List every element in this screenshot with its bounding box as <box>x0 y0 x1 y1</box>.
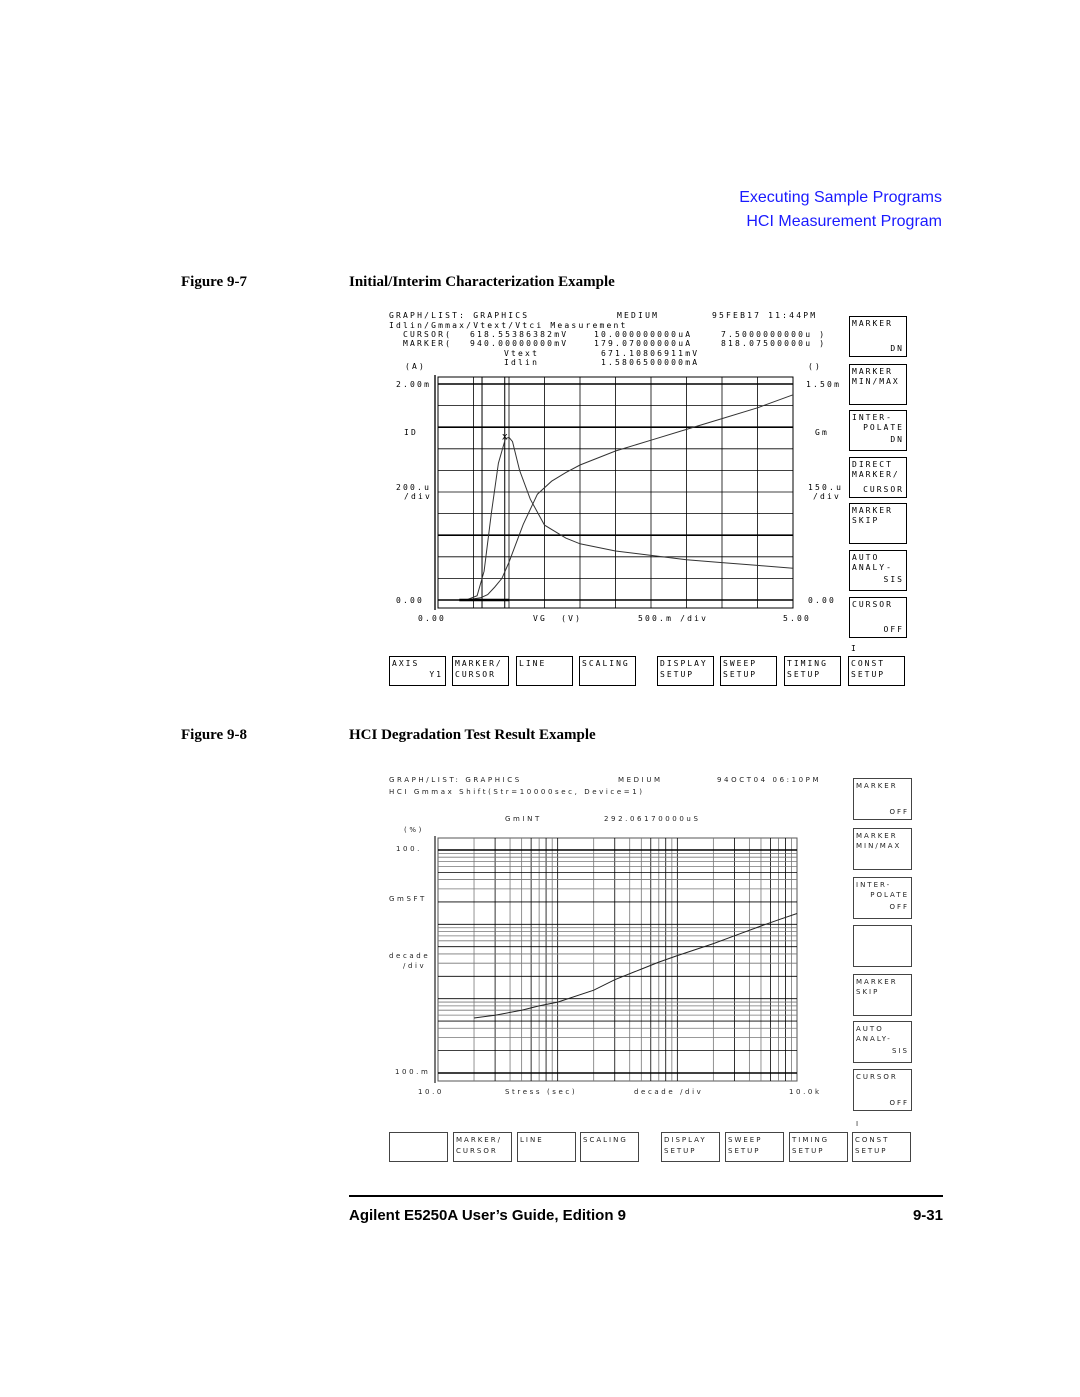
softkey-label: SETUP <box>728 1147 761 1155</box>
softkey-label: SKIP <box>856 988 880 996</box>
plot-frame <box>437 837 798 1082</box>
softkey-label: MARKER <box>856 832 898 840</box>
softkey-marker-cursor[interactable]: MARKER/CURSOR <box>453 1132 512 1162</box>
softkey-label: CONST <box>855 1136 890 1144</box>
softkey-label: SETUP <box>855 1147 888 1155</box>
softkey-cursor-off[interactable]: CURSOR OFF <box>853 1069 912 1111</box>
softkey-label: SWEEP <box>728 1136 763 1144</box>
softkey-label: SETUP <box>792 1147 825 1155</box>
softkey-line[interactable]: LINE <box>517 1132 576 1162</box>
page-number: 9-31 <box>912 1207 943 1224</box>
softkey-label: ANALY- <box>856 1035 892 1043</box>
footer-rule <box>349 1195 943 1197</box>
softkey-marker-min-max[interactable]: MARKER MIN/MAX <box>853 828 912 870</box>
softkey-label: SCALING <box>583 1136 628 1144</box>
softkey-blank[interactable] <box>853 925 912 967</box>
softkey-label: OFF <box>889 903 909 911</box>
softkey-label: LINE <box>520 1136 544 1144</box>
softkey-display-setup[interactable]: DISPLAY SETUP <box>661 1132 720 1162</box>
softkey-marker-off[interactable]: MARKER OFF <box>853 778 912 820</box>
softkey-label: POLATE <box>870 891 909 899</box>
softkey-label: DISPLAY <box>664 1136 707 1144</box>
footer-title: Agilent E5250A User’s Guide, Edition 9 <box>349 1207 627 1224</box>
softkey-label: AUTO <box>856 1025 884 1033</box>
softkey-label: MARKER <box>856 782 898 790</box>
softkey-label: CURSOR <box>856 1073 898 1081</box>
softkey-label: CURSOR <box>456 1147 498 1155</box>
softkey-blank[interactable] <box>389 1132 448 1162</box>
softkey-timing-setup[interactable]: TIMING SETUP <box>789 1132 848 1162</box>
softkey-const-setup[interactable]: CONST SETUP <box>852 1132 911 1162</box>
softkey-label: MARKER/ <box>456 1136 502 1144</box>
softkey-label: OFF <box>889 1099 909 1107</box>
gm-shift-chart <box>434 836 798 1083</box>
softkey-scaling[interactable]: SCALING <box>580 1132 639 1162</box>
softkey-inter-polate-off[interactable]: INTER- POLATE OFF <box>853 877 912 919</box>
softkey-label: SETUP <box>664 1147 697 1155</box>
softkey-auto-analy-sis[interactable]: AUTO ANALY- SIS <box>853 1021 912 1063</box>
softkey-label: INTER- <box>856 881 892 889</box>
softkey-sweep-setup[interactable]: SWEEP SETUP <box>725 1132 784 1162</box>
softkey-label: MARKER <box>856 978 898 986</box>
softkey-label: OFF <box>889 808 909 816</box>
softkey-label: SIS <box>892 1047 909 1055</box>
softkey-label: MIN/MAX <box>856 842 902 850</box>
softkey-marker-skip[interactable]: MARKER SKIP <box>853 974 912 1016</box>
softkey-label: TIMING <box>792 1136 830 1144</box>
